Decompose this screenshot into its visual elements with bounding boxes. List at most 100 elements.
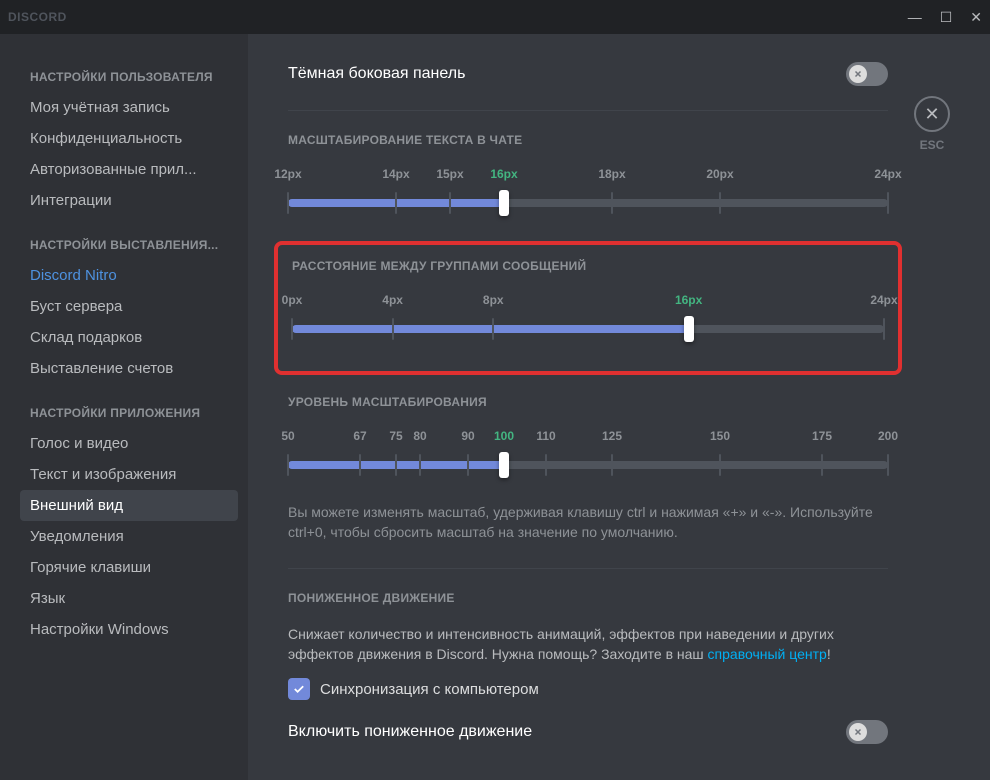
- sidebar-header-app: НАСТРОЙКИ ПРИЛОЖЕНИЯ: [30, 406, 238, 420]
- sidebar-item-integrations[interactable]: Интеграции: [20, 185, 238, 216]
- dark-sidebar-toggle[interactable]: [846, 62, 888, 86]
- sidebar-item-privacy[interactable]: Конфиденциальность: [20, 123, 238, 154]
- slider-tick-label: 18px: [598, 167, 625, 181]
- zoom-labels: 5067758090100110125150175200: [288, 429, 888, 445]
- dark-sidebar-row: Тёмная боковая панель: [288, 62, 888, 86]
- sidebar-item-windows[interactable]: Настройки Windows: [20, 614, 238, 645]
- text-scale-title: МАСШТАБИРОВАНИЕ ТЕКСТА В ЧАТЕ: [288, 133, 888, 147]
- settings-sidebar: НАСТРОЙКИ ПОЛЬЗОВАТЕЛЯ Моя учётная запис…: [0, 34, 248, 780]
- group-spacing-section-highlighted: РАССТОЯНИЕ МЕЖДУ ГРУППАМИ СООБЩЕНИЙ 0px4…: [274, 241, 902, 375]
- titlebar: DISCORD — ☐ ✕: [0, 0, 990, 34]
- app-window: DISCORD — ☐ ✕ НАСТРОЙКИ ПОЛЬЗОВАТЕЛЯ Моя…: [0, 0, 990, 780]
- group-spacing-labels: 0px4px8px16px24px: [292, 293, 884, 309]
- sidebar-item-account[interactable]: Моя учётная запись: [20, 92, 238, 123]
- text-scale-slider[interactable]: [288, 191, 888, 215]
- slider-tick: [359, 454, 361, 476]
- help-center-link[interactable]: справочный центр: [708, 646, 827, 662]
- slider-tick: [887, 454, 889, 476]
- sidebar-item-voice[interactable]: Голос и видео: [20, 428, 238, 459]
- slider-tick-label: 8px: [483, 293, 504, 307]
- enable-reduced-motion-row: Включить пониженное движение: [288, 720, 888, 744]
- slider-tick-label: 12px: [274, 167, 301, 181]
- slider-tick: [719, 192, 721, 214]
- slider-tick-label: 24px: [874, 167, 901, 181]
- slider-tick: [545, 454, 547, 476]
- sync-checkbox-row[interactable]: Синхронизация с компьютером: [288, 678, 888, 700]
- close-button[interactable]: ✕: [970, 9, 982, 26]
- sidebar-header-user: НАСТРОЙКИ ПОЛЬЗОВАТЕЛЯ: [30, 70, 238, 84]
- check-icon: [292, 682, 306, 696]
- slider-tick-label: 20px: [706, 167, 733, 181]
- sidebar-item-billing[interactable]: Выставление счетов: [20, 353, 238, 384]
- slider-tick-label: 110: [536, 429, 555, 443]
- main: НАСТРОЙКИ ПОЛЬЗОВАТЕЛЯ Моя учётная запис…: [0, 34, 990, 780]
- maximize-button[interactable]: ☐: [940, 9, 953, 26]
- group-spacing-slider[interactable]: [292, 317, 884, 341]
- slider-tick: [719, 454, 721, 476]
- enable-reduced-motion-toggle[interactable]: [846, 720, 888, 744]
- slider-tick-label: 14px: [382, 167, 409, 181]
- sidebar-item-nitro[interactable]: Discord Nitro: [20, 260, 238, 291]
- divider: [288, 568, 888, 569]
- app-logo: DISCORD: [8, 10, 67, 24]
- text-scale-section: МАСШТАБИРОВАНИЕ ТЕКСТА В ЧАТЕ 12px14px15…: [288, 133, 888, 215]
- sidebar-item-language[interactable]: Язык: [20, 583, 238, 614]
- slider-tick-label: 175: [812, 429, 832, 443]
- slider-fill: [292, 325, 689, 333]
- zoom-section: УРОВЕНЬ МАСШТАБИРОВАНИЯ 5067758090100110…: [288, 395, 888, 542]
- content-inner: Тёмная боковая панель МАСШТАБИРОВАНИЕ ТЕ…: [288, 62, 888, 744]
- slider-tick: [449, 192, 451, 214]
- slider-thumb[interactable]: [499, 190, 509, 216]
- sidebar-item-boost[interactable]: Буст сервера: [20, 291, 238, 322]
- esc-label: ESC: [914, 138, 950, 152]
- slider-tick-label: 24px: [870, 293, 897, 307]
- sidebar-item-appearance[interactable]: Внешний вид: [20, 490, 238, 521]
- text-scale-labels: 12px14px15px16px18px20px24px: [288, 167, 888, 183]
- slider-tick-label: 16px: [675, 293, 702, 307]
- slider-tick-label: 100: [494, 429, 514, 443]
- slider-tick: [392, 318, 394, 340]
- settings-content: ✕ ESC Тёмная боковая панель МАСШТАБИРОВА…: [248, 34, 990, 780]
- sync-checkbox[interactable]: [288, 678, 310, 700]
- slider-tick: [287, 192, 289, 214]
- slider-tick: [883, 318, 885, 340]
- enable-reduced-motion-title: Включить пониженное движение: [288, 723, 532, 741]
- slider-tick: [611, 192, 613, 214]
- slider-tick-label: 80: [413, 429, 426, 443]
- sidebar-item-text[interactable]: Текст и изображения: [20, 459, 238, 490]
- slider-tick: [611, 454, 613, 476]
- sidebar-item-hotkeys[interactable]: Горячие клавиши: [20, 552, 238, 583]
- slider-thumb[interactable]: [499, 452, 509, 478]
- reduced-motion-title: ПОНИЖЕННОЕ ДВИЖЕНИЕ: [288, 591, 888, 605]
- reduced-motion-desc-post: !: [827, 646, 831, 662]
- group-spacing-title: РАССТОЯНИЕ МЕЖДУ ГРУППАМИ СООБЩЕНИЙ: [292, 259, 884, 273]
- slider-tick-label: 67: [353, 429, 366, 443]
- toggle-knob-off-icon: [849, 65, 867, 83]
- slider-tick-label: 200: [878, 429, 898, 443]
- slider-tick-label: 0px: [282, 293, 303, 307]
- sidebar-item-authorized[interactable]: Авторизованные прил...: [20, 154, 238, 185]
- slider-tick: [395, 192, 397, 214]
- sidebar-item-notifications[interactable]: Уведомления: [20, 521, 238, 552]
- toggle-knob-off-icon: [849, 723, 867, 741]
- slider-tick-label: 15px: [436, 167, 463, 181]
- slider-thumb[interactable]: [684, 316, 694, 342]
- slider-tick: [821, 454, 823, 476]
- sync-checkbox-label: Синхронизация с компьютером: [320, 681, 539, 698]
- esc-button[interactable]: ✕ ESC: [914, 96, 950, 152]
- zoom-slider[interactable]: [288, 453, 888, 477]
- minimize-button[interactable]: —: [908, 9, 922, 26]
- slider-tick: [395, 454, 397, 476]
- slider-tick-label: 125: [602, 429, 622, 443]
- sidebar-item-gifts[interactable]: Склад подарков: [20, 322, 238, 353]
- slider-tick-label: 50: [281, 429, 294, 443]
- close-icon: ✕: [914, 96, 950, 132]
- slider-tick-label: 90: [461, 429, 474, 443]
- slider-tick-label: 75: [389, 429, 402, 443]
- slider-tick: [467, 454, 469, 476]
- slider-tick: [287, 454, 289, 476]
- divider: [288, 110, 888, 111]
- zoom-title: УРОВЕНЬ МАСШТАБИРОВАНИЯ: [288, 395, 888, 409]
- reduced-motion-section: ПОНИЖЕННОЕ ДВИЖЕНИЕ Снижает количество и…: [288, 591, 888, 744]
- slider-tick-label: 16px: [490, 167, 517, 181]
